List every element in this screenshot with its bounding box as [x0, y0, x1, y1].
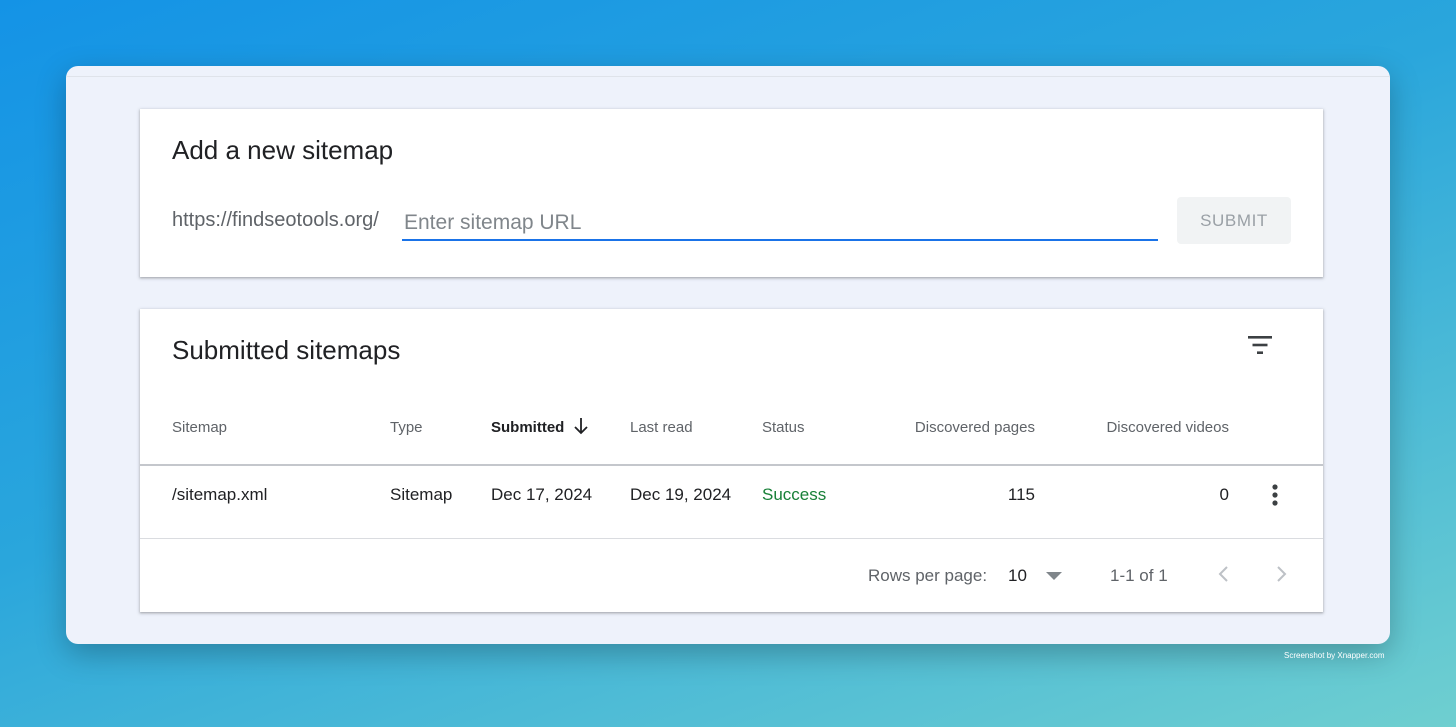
column-header-discovered-pages[interactable]: Discovered pages — [915, 419, 1035, 436]
column-header-discovered-videos[interactable]: Discovered videos — [1106, 419, 1229, 436]
more-vert-icon[interactable] — [1264, 481, 1286, 509]
column-header-status[interactable]: Status — [762, 419, 805, 436]
filter-list-icon[interactable] — [1244, 333, 1276, 359]
sitemap-url-input[interactable] — [402, 207, 1158, 241]
cell-submitted: Dec 17, 2024 — [491, 485, 593, 504]
table-header-divider — [140, 464, 1323, 466]
add-sitemap-title: Add a new sitemap — [172, 135, 394, 165]
submitted-sitemaps-card: Submitted sitemaps Sitemap Type Submitte… — [140, 309, 1323, 612]
column-header-sitemap[interactable]: Sitemap — [172, 419, 227, 436]
chevron-left-icon[interactable] — [1213, 562, 1235, 586]
cell-discovered-pages: 115 — [1007, 485, 1035, 504]
cell-last-read: Dec 19, 2024 — [630, 485, 732, 504]
watermark: Screenshot by Xnapper.com — [1284, 651, 1385, 660]
column-header-last-read[interactable]: Last read — [630, 419, 693, 436]
url-prefix: https://findseotools.org/ — [172, 209, 379, 231]
chevron-right-icon[interactable] — [1270, 562, 1292, 586]
sort-descending-icon[interactable] — [572, 416, 590, 436]
cell-sitemap[interactable]: /sitemap.xml — [172, 485, 267, 505]
rows-per-page-label: Rows per page: — [868, 566, 988, 585]
app-window: Add a new sitemap https://findseotools.o… — [66, 66, 1390, 644]
rows-per-page-select[interactable]: 10 — [1008, 566, 1027, 586]
cell-type: Sitemap — [390, 485, 453, 504]
table-footer-divider — [140, 538, 1323, 539]
submitted-sitemaps-title: Submitted sitemaps — [172, 335, 401, 365]
chevron-down-icon[interactable] — [1044, 568, 1064, 584]
add-sitemap-card: Add a new sitemap https://findseotools.o… — [140, 109, 1323, 277]
window-divider — [66, 76, 1390, 77]
pagination-range: 1-1 of 1 — [1110, 566, 1168, 585]
status-badge: Success — [762, 485, 827, 504]
column-header-type[interactable]: Type — [390, 419, 423, 436]
cell-discovered-videos: 0 — [1219, 485, 1229, 504]
submit-button[interactable]: SUBMIT — [1177, 197, 1291, 244]
column-header-submitted[interactable]: Submitted — [491, 419, 564, 436]
